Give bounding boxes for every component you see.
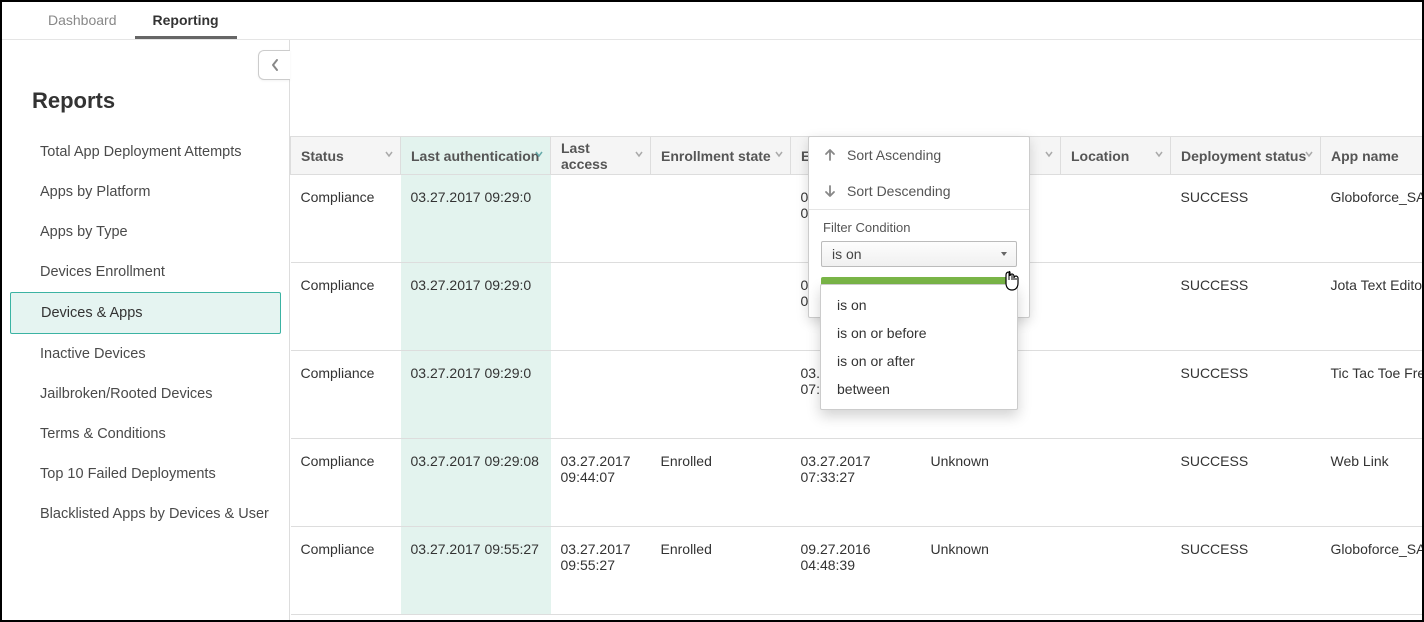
chevron-left-icon	[270, 58, 280, 72]
cell-enroll_state: Enrolled	[651, 527, 791, 615]
cell-location	[1061, 351, 1171, 439]
cell-location	[1061, 439, 1171, 527]
col-header-label: Enrollment state	[661, 148, 771, 164]
filter-option-is-on[interactable]: is on	[821, 291, 1017, 319]
sort-descending-option[interactable]: Sort Descending	[809, 173, 1029, 209]
cell-status: Compliance	[291, 527, 401, 615]
chevron-down-icon	[634, 149, 644, 159]
cell-ownership: Unknown	[921, 527, 1061, 615]
cell-enroll_state: Enrolled	[651, 439, 791, 527]
filter-condition-label: Filter Condition	[809, 210, 1029, 241]
cell-app_name: Globoforce_SA	[1321, 175, 1423, 263]
cell-last_access	[551, 351, 651, 439]
sort-ascending-option[interactable]: Sort Ascending	[809, 137, 1029, 173]
cell-last_auth: 03.27.2017 09:29:0	[401, 263, 551, 351]
cell-last_access: 03.27.2017 09:44:07	[551, 439, 651, 527]
col-header-location[interactable]: Location	[1061, 137, 1171, 175]
cell-ownership: Unknown	[921, 439, 1061, 527]
cell-deploy_status: SUCCESS	[1171, 175, 1321, 263]
cell-deploy_status: SUCCESS	[1171, 263, 1321, 351]
chevron-down-icon	[384, 149, 394, 159]
filter-condition-selected: is on	[832, 246, 862, 262]
cell-app_name: Tic Tac Toe Fre	[1321, 351, 1423, 439]
sidebar-item-devices-enrollment[interactable]: Devices Enrollment	[10, 252, 281, 292]
cell-enroll_state	[651, 351, 791, 439]
sidebar-item-apps-by-platform[interactable]: Apps by Platform	[10, 172, 281, 212]
table-row[interactable]: Compliance03.27.2017 09:29:0803.27.2017 …	[291, 439, 1423, 527]
col-header-last-access[interactable]: Last access	[551, 137, 651, 175]
sidebar-item-total-app-deployment[interactable]: Total App Deployment Attempts	[10, 132, 281, 172]
cell-last_auth: 03.27.2017 09:29:0	[401, 351, 551, 439]
cell-last_access	[551, 263, 651, 351]
cell-app_name: Globoforce_SA	[1321, 527, 1423, 615]
cell-deploy_status: SUCCESS	[1171, 351, 1321, 439]
filter-condition-dropdown: is on is on or before is on or after bet…	[820, 284, 1018, 410]
col-header-label: Last access	[561, 140, 608, 172]
chevron-down-icon	[1154, 149, 1164, 159]
col-header-app-name[interactable]: App name	[1321, 137, 1423, 175]
cell-last_auth: 03.27.2017 09:29:0	[401, 175, 551, 263]
cell-enroll_date: 09.27.2016 04:48:39	[791, 527, 921, 615]
cell-status: Compliance	[291, 263, 401, 351]
cell-last_access: 03.27.2017 09:55:27	[551, 527, 651, 615]
collapse-sidebar-button[interactable]	[258, 50, 290, 80]
filter-condition-select[interactable]: is on	[821, 241, 1017, 267]
col-header-label: Last authentication	[411, 148, 539, 164]
cell-status: Compliance	[291, 351, 401, 439]
chevron-down-icon	[1304, 149, 1314, 159]
cell-deploy_status: SUCCESS	[1171, 527, 1321, 615]
cell-enroll_date: 03.27.2017 07:33:27	[791, 439, 921, 527]
filter-option-is-on-or-before[interactable]: is on or before	[821, 319, 1017, 347]
arrow-up-icon	[823, 148, 837, 162]
col-header-last-auth[interactable]: Last authentication	[401, 137, 551, 175]
sidebar: Reports Total App Deployment Attempts Ap…	[2, 40, 290, 620]
cell-app_name: Web Link	[1321, 439, 1423, 527]
tab-dashboard[interactable]: Dashboard	[30, 2, 135, 39]
cell-status: Compliance	[291, 175, 401, 263]
cell-location	[1061, 527, 1171, 615]
col-header-label: Deployment status	[1181, 148, 1306, 164]
col-header-status[interactable]: Status	[291, 137, 401, 175]
col-header-label: Status	[301, 148, 344, 164]
cell-enroll_state	[651, 263, 791, 351]
chevron-down-icon	[774, 149, 784, 159]
col-header-deploy-status[interactable]: Deployment status	[1171, 137, 1321, 175]
col-header-label: App name	[1331, 148, 1399, 164]
sort-asc-label: Sort Ascending	[847, 147, 941, 163]
sidebar-item-blacklisted-apps[interactable]: Blacklisted Apps by Devices & User	[10, 494, 281, 534]
chevron-down-icon	[534, 149, 544, 159]
sidebar-item-terms-conditions[interactable]: Terms & Conditions	[10, 414, 281, 454]
cell-location	[1061, 175, 1171, 263]
sort-desc-label: Sort Descending	[847, 183, 951, 199]
filter-option-between[interactable]: between	[821, 375, 1017, 403]
chevron-down-icon	[1044, 149, 1054, 159]
cell-status: Compliance	[291, 439, 401, 527]
sidebar-item-devices-and-apps[interactable]: Devices & Apps	[10, 292, 281, 334]
cell-last_auth: 03.27.2017 09:29:08	[401, 439, 551, 527]
sidebar-title: Reports	[32, 88, 289, 114]
col-header-label: Location	[1071, 148, 1129, 164]
cell-last_auth: 03.27.2017 09:55:27	[401, 527, 551, 615]
tab-reporting[interactable]: Reporting	[135, 2, 237, 39]
top-tabs: Dashboard Reporting	[2, 2, 1422, 40]
cell-app_name: Jota Text Editor	[1321, 263, 1423, 351]
cell-deploy_status: SUCCESS	[1171, 439, 1321, 527]
col-header-enroll-state[interactable]: Enrollment state	[651, 137, 791, 175]
sidebar-item-apps-by-type[interactable]: Apps by Type	[10, 212, 281, 252]
sidebar-item-jailbroken-rooted[interactable]: Jailbroken/Rooted Devices	[10, 374, 281, 414]
sidebar-item-inactive-devices[interactable]: Inactive Devices	[10, 334, 281, 374]
caret-down-icon	[1000, 250, 1008, 258]
sidebar-item-top10-failed[interactable]: Top 10 Failed Deployments	[10, 454, 281, 494]
arrow-down-icon	[823, 184, 837, 198]
cell-last_access	[551, 175, 651, 263]
cell-location	[1061, 263, 1171, 351]
table-row[interactable]: Compliance03.27.2017 09:55:2703.27.2017 …	[291, 527, 1423, 615]
cell-enroll_state	[651, 175, 791, 263]
filter-option-is-on-or-after[interactable]: is on or after	[821, 347, 1017, 375]
